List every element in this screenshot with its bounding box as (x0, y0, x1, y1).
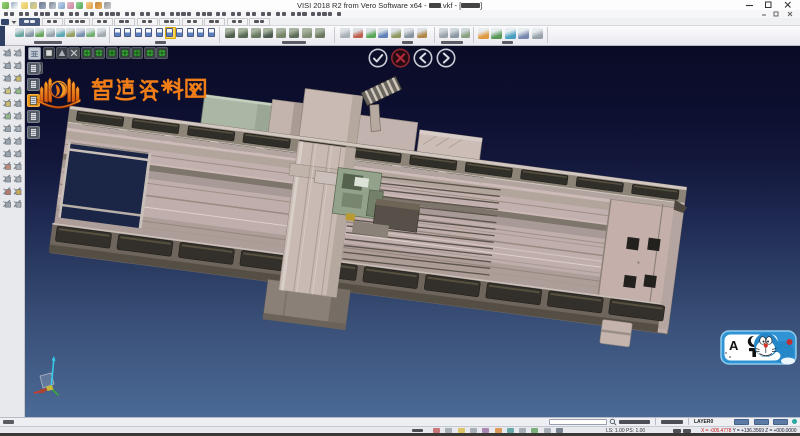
svg-text:A: A (729, 338, 739, 353)
